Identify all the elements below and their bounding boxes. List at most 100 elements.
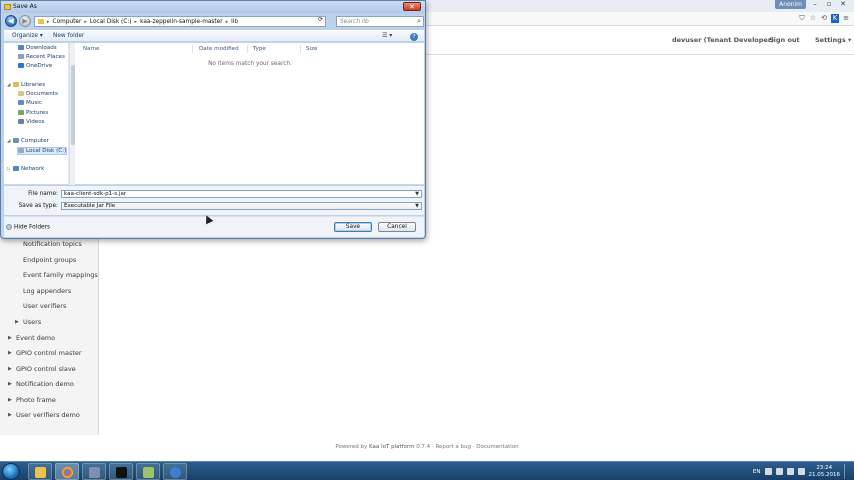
breadcrumb-computer[interactable]: Computer [53,19,82,25]
notepad-icon [143,467,154,478]
clock[interactable]: 23:24 21.05.2016 [809,465,841,479]
forward-icon[interactable]: ▶ [19,15,31,27]
tree-computer[interactable]: Computer [13,138,49,144]
scrollbar-thumb[interactable] [71,65,75,145]
close-icon[interactable]: ✕ [403,2,421,11]
sidebar-item-endpoint-groups[interactable]: Endpoint groups [23,256,76,264]
recent-icon [18,54,24,59]
sidebar-app-user-verifiers-demo[interactable]: User verifiers demo [16,411,80,419]
expand-arrow-icon[interactable]: ▶ [8,366,12,372]
new-folder-button[interactable]: New folder [53,33,84,39]
taskbar-kaa[interactable] [163,463,187,480]
save-type-select[interactable]: Executable Jar File ▼ [61,202,422,210]
expand-arrow-icon[interactable]: ▶ [8,335,12,341]
taskbar-terminal[interactable] [109,463,133,480]
maximize-icon[interactable]: ▫ [822,0,836,9]
taskbar-app[interactable] [82,463,106,480]
sign-out-link[interactable]: Sign out [769,36,800,44]
search-icon[interactable]: ⌕ [417,17,421,26]
sidebar-app-photo-frame[interactable]: Photo frame [16,396,56,404]
documents-icon [18,91,24,96]
tree-videos[interactable]: Videos [18,119,45,125]
chevron-down-icon[interactable]: ▼ [415,191,419,198]
dialog-title-bar[interactable]: Save As ✕ [1,1,425,13]
cancel-button[interactable]: Cancel [378,222,416,232]
sidebar-app-gpio-master[interactable]: GPIO control master [16,349,82,357]
taskbar-chrome[interactable] [55,463,79,480]
extension-icon[interactable]: K [831,14,839,23]
view-options-icon[interactable]: ☰ ▾ [382,32,392,39]
report-bug-link[interactable]: Report a bug [435,444,471,450]
tree-pictures[interactable]: Pictures [18,110,48,116]
tree-recent-places[interactable]: Recent Places [18,54,65,60]
star-icon[interactable]: ☆ [809,14,817,23]
tree-onedrive[interactable]: OneDrive [18,63,52,69]
hide-folders-toggle[interactable]: Hide Folders [6,224,50,231]
tree-libraries[interactable]: Libraries [13,82,45,88]
save-type-label: Save as type: [18,203,58,209]
taskbar-notepad[interactable] [136,463,160,480]
documentation-link[interactable]: Documentation [476,444,518,450]
sidebar-item-event-family-mappings[interactable]: Event family mappings [23,271,98,279]
sidebar-app-notification-demo[interactable]: Notification demo [16,380,74,388]
back-icon[interactable]: ◀ [5,15,17,27]
menu-icon[interactable]: ≡ [842,14,850,23]
start-button[interactable] [2,463,20,480]
file-name-label: File name: [28,191,58,197]
organize-button[interactable]: Organize ▾ [12,33,43,39]
chevron-down-icon[interactable]: ▼ [415,203,419,210]
taskbar-explorer[interactable] [28,463,52,480]
folder-icon [38,19,44,24]
tray-arrow-icon[interactable] [764,468,772,475]
videos-icon [18,119,24,124]
settings-menu[interactable]: Settings ▾ [815,36,851,44]
navigation-scrollbar[interactable] [69,43,75,185]
sidebar-item-user-verifiers[interactable]: User verifiers [23,302,66,310]
breadcrumb-project[interactable]: kaa-zeppelin-sample-master [140,19,223,25]
save-button[interactable]: Save [334,222,372,232]
tree-music[interactable]: Music [18,100,42,106]
tree-downloads[interactable]: Downloads [18,45,57,51]
file-list: Name Date modified Type Size No items ma… [76,43,424,185]
refresh-icon[interactable]: ⟲ [820,14,828,23]
column-name[interactable]: Name [83,46,100,52]
refresh-icon[interactable]: ⟳ [318,17,323,23]
minimize-icon[interactable]: – [808,0,822,9]
column-date-modified[interactable]: Date modified [199,46,239,52]
browser-user-badge[interactable]: Anonim [775,0,806,9]
computer-icon [13,138,19,143]
flag-icon[interactable] [775,468,783,475]
help-icon[interactable]: ? [410,33,418,41]
sidebar-item-notification-topics[interactable]: Notification topics [23,240,82,248]
sidebar-item-log-appenders[interactable]: Log appenders [23,287,71,295]
bookmark-icon[interactable]: ⛉ [798,14,806,23]
volume-icon[interactable] [797,468,805,475]
tree-documents[interactable]: Documents [18,91,58,97]
breadcrumb[interactable]: ▸ Computer ▸ Local Disk (C:) ▸ kaa-zeppe… [34,16,326,27]
tree-local-disk[interactable]: Local Disk (C:) [17,147,68,155]
kaa-brand-link[interactable]: Kaa IoT platform [369,444,414,450]
sidebar-item-users[interactable]: Users [23,318,41,326]
expand-arrow-icon[interactable]: ▶ [8,397,12,403]
expand-arrow-icon[interactable]: ▶ [8,412,12,418]
breadcrumb-local-disk[interactable]: Local Disk (C:) [90,19,132,25]
column-type[interactable]: Type [253,46,266,52]
close-icon[interactable]: ✕ [836,0,850,9]
expand-arrow-icon[interactable]: ▶ [8,350,12,356]
language-indicator[interactable]: EN [753,469,761,475]
column-size[interactable]: Size [306,46,317,52]
sidebar-app-gpio-slave[interactable]: GPIO control slave [16,365,76,373]
search-input[interactable]: Search lib ⌕ [336,16,424,27]
network-icon[interactable] [786,468,794,475]
collapse-arrow-icon[interactable]: ◢ [7,139,10,144]
sidebar-app-event-demo[interactable]: Event demo [16,334,55,342]
expand-arrow-icon[interactable]: ▶ [15,319,19,325]
file-name-input[interactable]: kaa-client-sdk-p1-s.jar ▼ [61,190,422,198]
show-desktop-button[interactable] [844,464,850,479]
expand-arrow-icon[interactable]: ▷ [7,167,10,172]
tree-network[interactable]: Network [13,166,44,172]
expand-arrow-icon[interactable]: ▶ [8,381,12,387]
breadcrumb-lib[interactable]: lib [231,19,238,25]
collapse-arrow-icon[interactable]: ◢ [7,83,10,88]
save-as-dialog: Save As ✕ ◀ ▶ ▸ Computer ▸ Local Disk (C… [0,0,426,239]
